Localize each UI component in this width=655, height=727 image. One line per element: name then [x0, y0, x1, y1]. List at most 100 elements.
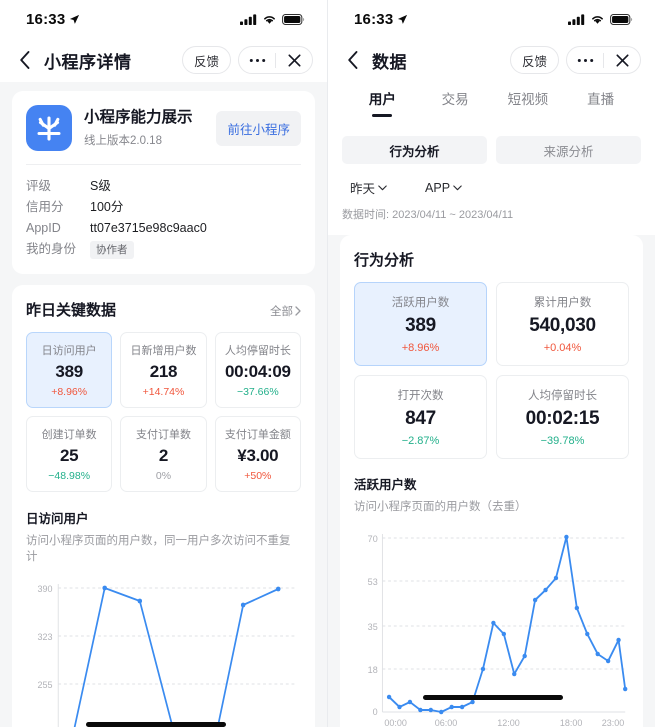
field-value: 100分 [90, 200, 124, 214]
metric-value: ¥3.00 [237, 446, 279, 465]
metric-card[interactable]: 支付订单金额 ¥3.00 +50% [214, 416, 301, 492]
feedback-button-right[interactable]: 反馈 [509, 46, 559, 74]
tab-transactions[interactable]: 交易 [419, 82, 492, 108]
filter-date-range[interactable]: 昨天 [350, 178, 387, 197]
field-value: 协作者 [90, 239, 134, 260]
metric-card[interactable]: 累计用户数 540,030 +0.04% [496, 282, 629, 366]
segment-source-analysis[interactable]: 来源分析 [496, 136, 641, 164]
left-chart-gridlines [58, 587, 298, 685]
ytick-35: 35 [368, 622, 378, 632]
wifi-icon [592, 15, 603, 24]
metric-delta: 0% [155, 470, 172, 482]
data-point [449, 704, 454, 710]
data-point [275, 586, 281, 592]
status-time-text: 16:33 [354, 10, 394, 28]
filter-platform[interactable]: APP [425, 178, 462, 197]
tab-short-video[interactable]: 短视频 [492, 82, 565, 108]
left-phone-screen: 16:33 小程序详情 反馈 小程序能力展示 线上版本2.0.18 前往小程序 … [0, 0, 328, 727]
xtick-0000: 00:00 [384, 718, 407, 727]
metric-card[interactable]: 创建订单数 25 −48.98% [26, 416, 113, 492]
data-point [501, 631, 507, 637]
metric-delta: +8.96% [401, 342, 440, 354]
tab-users[interactable]: 用户 [346, 82, 419, 108]
metric-card[interactable]: 打开次数 847 −2.87% [354, 375, 487, 459]
right-chart-title: 活跃用户数 [354, 478, 417, 492]
analysis-segmented-control: 行为分析 来源分析 [328, 124, 655, 174]
metric-card[interactable]: 人均停留时长 00:04:09 −37.66% [214, 332, 301, 408]
status-time-right: 16:33 [354, 11, 408, 28]
close-icon [287, 53, 301, 67]
metric-label: 人均停留时长 [224, 345, 291, 357]
right-chart-subtitle: 访问小程序页面的用户数（去重） [354, 501, 527, 513]
ytick-53: 53 [368, 577, 378, 587]
left-chart-title: 日访问用户 [26, 512, 89, 526]
metric-label: 打开次数 [397, 390, 444, 402]
close-button-left[interactable] [276, 47, 312, 73]
ellipsis-icon [577, 58, 593, 62]
filter-date-label: 昨天 [350, 182, 376, 196]
metric-card[interactable]: 支付订单数 2 0% [120, 416, 207, 492]
xtick-1800: 18:00 [560, 718, 583, 727]
metric-value: 389 [405, 315, 436, 336]
xtick-1200: 12:00 [497, 718, 520, 727]
right-chart-line [388, 536, 627, 713]
key-data-header: 昨日关键数据 全部 [26, 299, 301, 320]
data-point [574, 605, 580, 611]
data-point [470, 699, 475, 705]
nav-actions-right: 反馈 [509, 46, 641, 74]
data-point [459, 704, 465, 710]
data-point [553, 575, 559, 581]
key-data-view-all[interactable]: 全部 [270, 303, 301, 319]
close-button-right[interactable] [604, 47, 640, 73]
back-button-right[interactable] [340, 47, 366, 73]
tab-livestream[interactable]: 直播 [564, 82, 637, 108]
metric-label: 支付订单金额 [224, 429, 291, 441]
segment-behavior-analysis[interactable]: 行为分析 [342, 136, 487, 164]
wifi-icon [264, 15, 275, 24]
field-key: AppID [26, 221, 61, 235]
data-point [605, 658, 611, 664]
metric-delta: −48.98% [48, 470, 91, 482]
data-point [240, 602, 246, 608]
metric-card[interactable]: 人均停留时长 00:02:15 −39.78% [496, 375, 629, 459]
field-key: 信用分 [26, 200, 64, 214]
nav-bar-left: 小程序详情 反馈 [0, 38, 327, 82]
metric-value: 00:02:15 [525, 408, 600, 429]
nav-actions-left: 反馈 [181, 46, 313, 74]
dual-screenshot-container: 16:33 小程序详情 反馈 小程序能力展示 线上版本2.0.18 前往小程序 … [0, 0, 655, 727]
more-button-left[interactable] [239, 47, 275, 73]
close-icon [615, 53, 629, 67]
filter-platform-label: APP [425, 180, 451, 195]
key-metrics-grid: 日访问用户 389 +8.96% 日新增用户数 218 +14.74% 人均停留… [26, 332, 301, 492]
location-arrow-icon [70, 14, 80, 24]
more-close-pill-right [566, 46, 641, 74]
metric-label: 日访问用户 [41, 345, 97, 357]
behavior-analysis-title: 行为分析 [354, 252, 415, 269]
metric-delta: +14.74% [142, 386, 185, 398]
metric-delta: −2.87% [401, 435, 440, 447]
left-chart-area[interactable]: 390 323 255 188 [26, 574, 301, 727]
data-point [386, 694, 392, 700]
metric-delta: −39.78% [540, 435, 585, 447]
chevron-left-icon [20, 51, 30, 69]
back-button-left[interactable] [12, 47, 38, 73]
metric-card[interactable]: 活跃用户数 389 +8.96% [354, 282, 487, 366]
more-button-right[interactable] [567, 47, 603, 73]
key-data-title: 昨日关键数据 [26, 302, 117, 319]
metric-delta: −37.66% [236, 386, 279, 398]
category-tabbar: 用户 交易 短视频 直播 [328, 82, 655, 124]
data-point [407, 699, 413, 705]
home-indicator-right [423, 695, 563, 700]
metric-label: 活跃用户数 [391, 297, 450, 309]
metric-card[interactable]: 日访问用户 389 +8.96% [26, 332, 113, 408]
goto-miniprogram-button[interactable]: 前往小程序 [216, 110, 301, 146]
right-chart-header: 活跃用户数 访问小程序页面的用户数（去重） [354, 474, 629, 514]
data-point [491, 620, 496, 626]
metric-card[interactable]: 日新增用户数 218 +14.74% [120, 332, 207, 408]
filter-row: 昨天 APP [328, 174, 655, 197]
app-header-row: 小程序能力展示 线上版本2.0.18 前往小程序 [26, 105, 301, 151]
status-bar-left: 16:33 [0, 0, 327, 38]
feedback-button-left[interactable]: 反馈 [181, 46, 231, 74]
app-logo-glyph [37, 116, 61, 141]
view-all-label: 全部 [270, 306, 293, 318]
